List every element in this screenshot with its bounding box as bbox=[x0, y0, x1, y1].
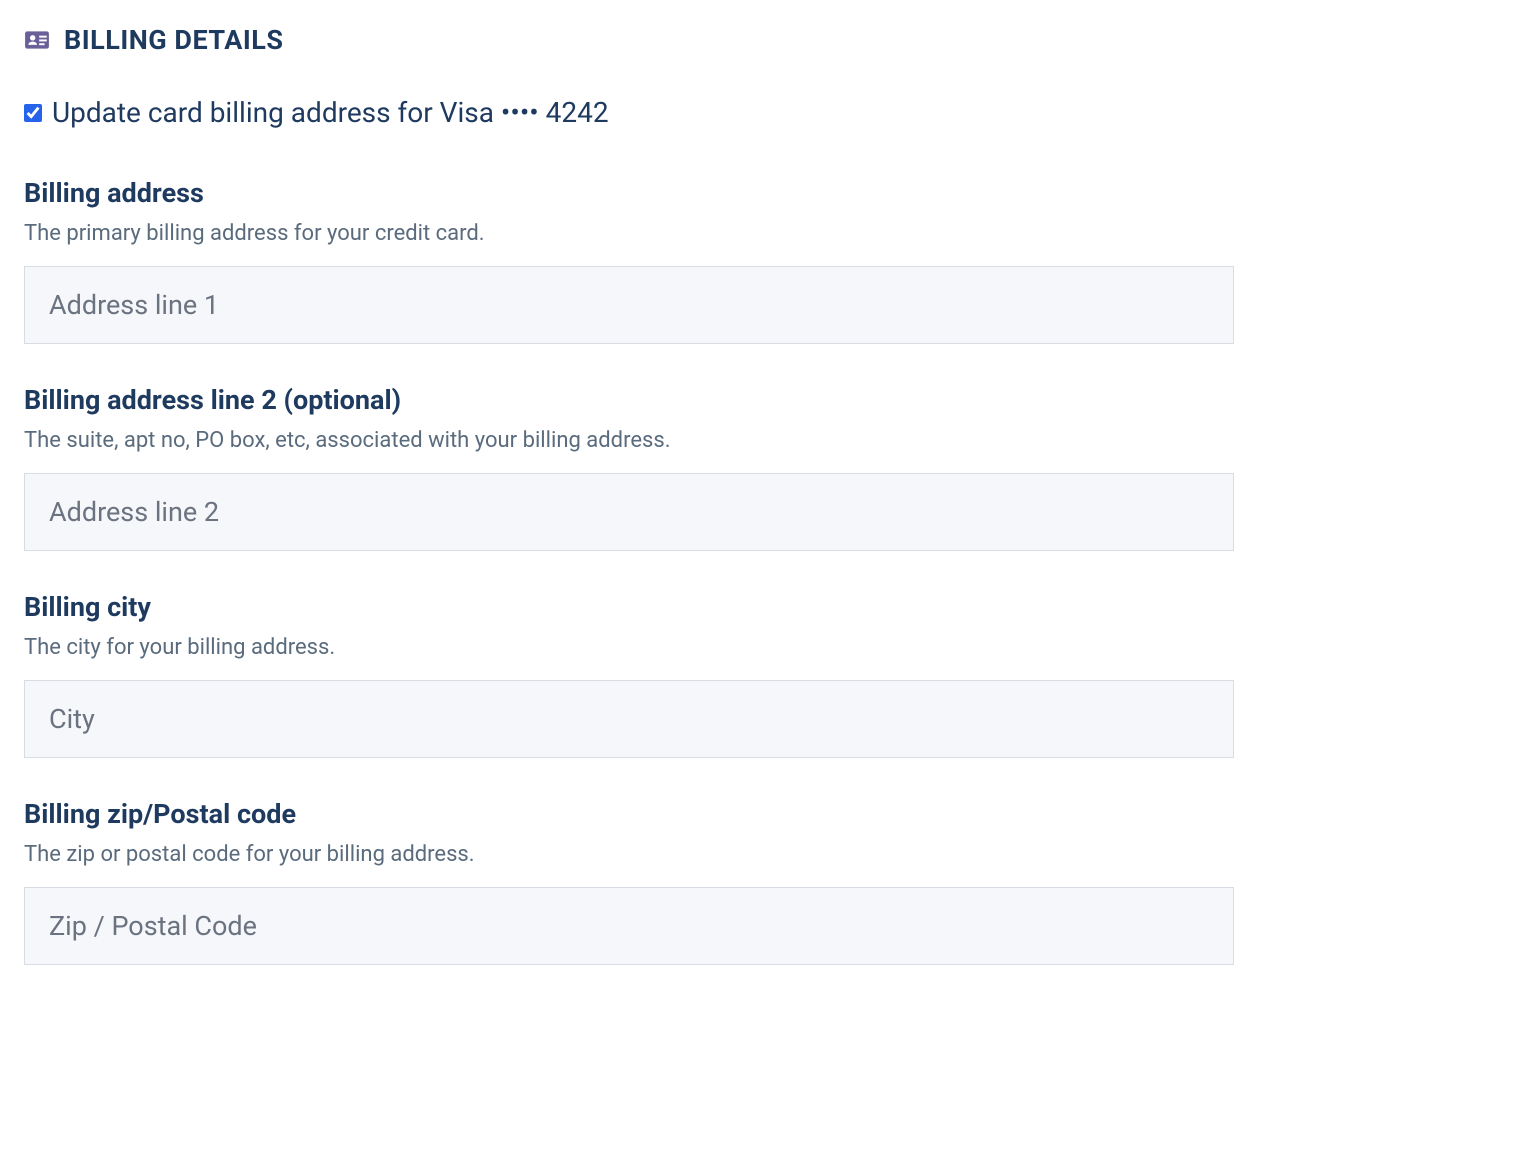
address-line-2-input[interactable] bbox=[24, 473, 1234, 551]
zip-input[interactable] bbox=[24, 887, 1234, 965]
contact-card-icon bbox=[24, 27, 50, 53]
update-billing-checkbox[interactable] bbox=[24, 104, 42, 122]
update-billing-checkbox-row: Update card billing address for Visa •••… bbox=[24, 96, 1516, 129]
field-description-city: The city for your billing address. bbox=[24, 635, 1516, 660]
section-title: BILLING DETAILS bbox=[64, 24, 284, 56]
field-label-address2: Billing address line 2 (optional) bbox=[24, 384, 1516, 416]
address-line-1-input[interactable] bbox=[24, 266, 1234, 344]
field-address1: Billing address The primary billing addr… bbox=[24, 177, 1516, 344]
field-description-zip: The zip or postal code for your billing … bbox=[24, 842, 1516, 867]
field-address2: Billing address line 2 (optional) The su… bbox=[24, 384, 1516, 551]
field-label-address1: Billing address bbox=[24, 177, 1516, 209]
field-zip: Billing zip/Postal code The zip or posta… bbox=[24, 798, 1516, 965]
section-header: BILLING DETAILS bbox=[24, 24, 1516, 56]
field-description-address2: The suite, apt no, PO box, etc, associat… bbox=[24, 428, 1516, 453]
update-billing-label[interactable]: Update card billing address for Visa •••… bbox=[52, 96, 609, 129]
field-label-city: Billing city bbox=[24, 591, 1516, 623]
field-city: Billing city The city for your billing a… bbox=[24, 591, 1516, 758]
field-description-address1: The primary billing address for your cre… bbox=[24, 221, 1516, 246]
city-input[interactable] bbox=[24, 680, 1234, 758]
field-label-zip: Billing zip/Postal code bbox=[24, 798, 1516, 830]
